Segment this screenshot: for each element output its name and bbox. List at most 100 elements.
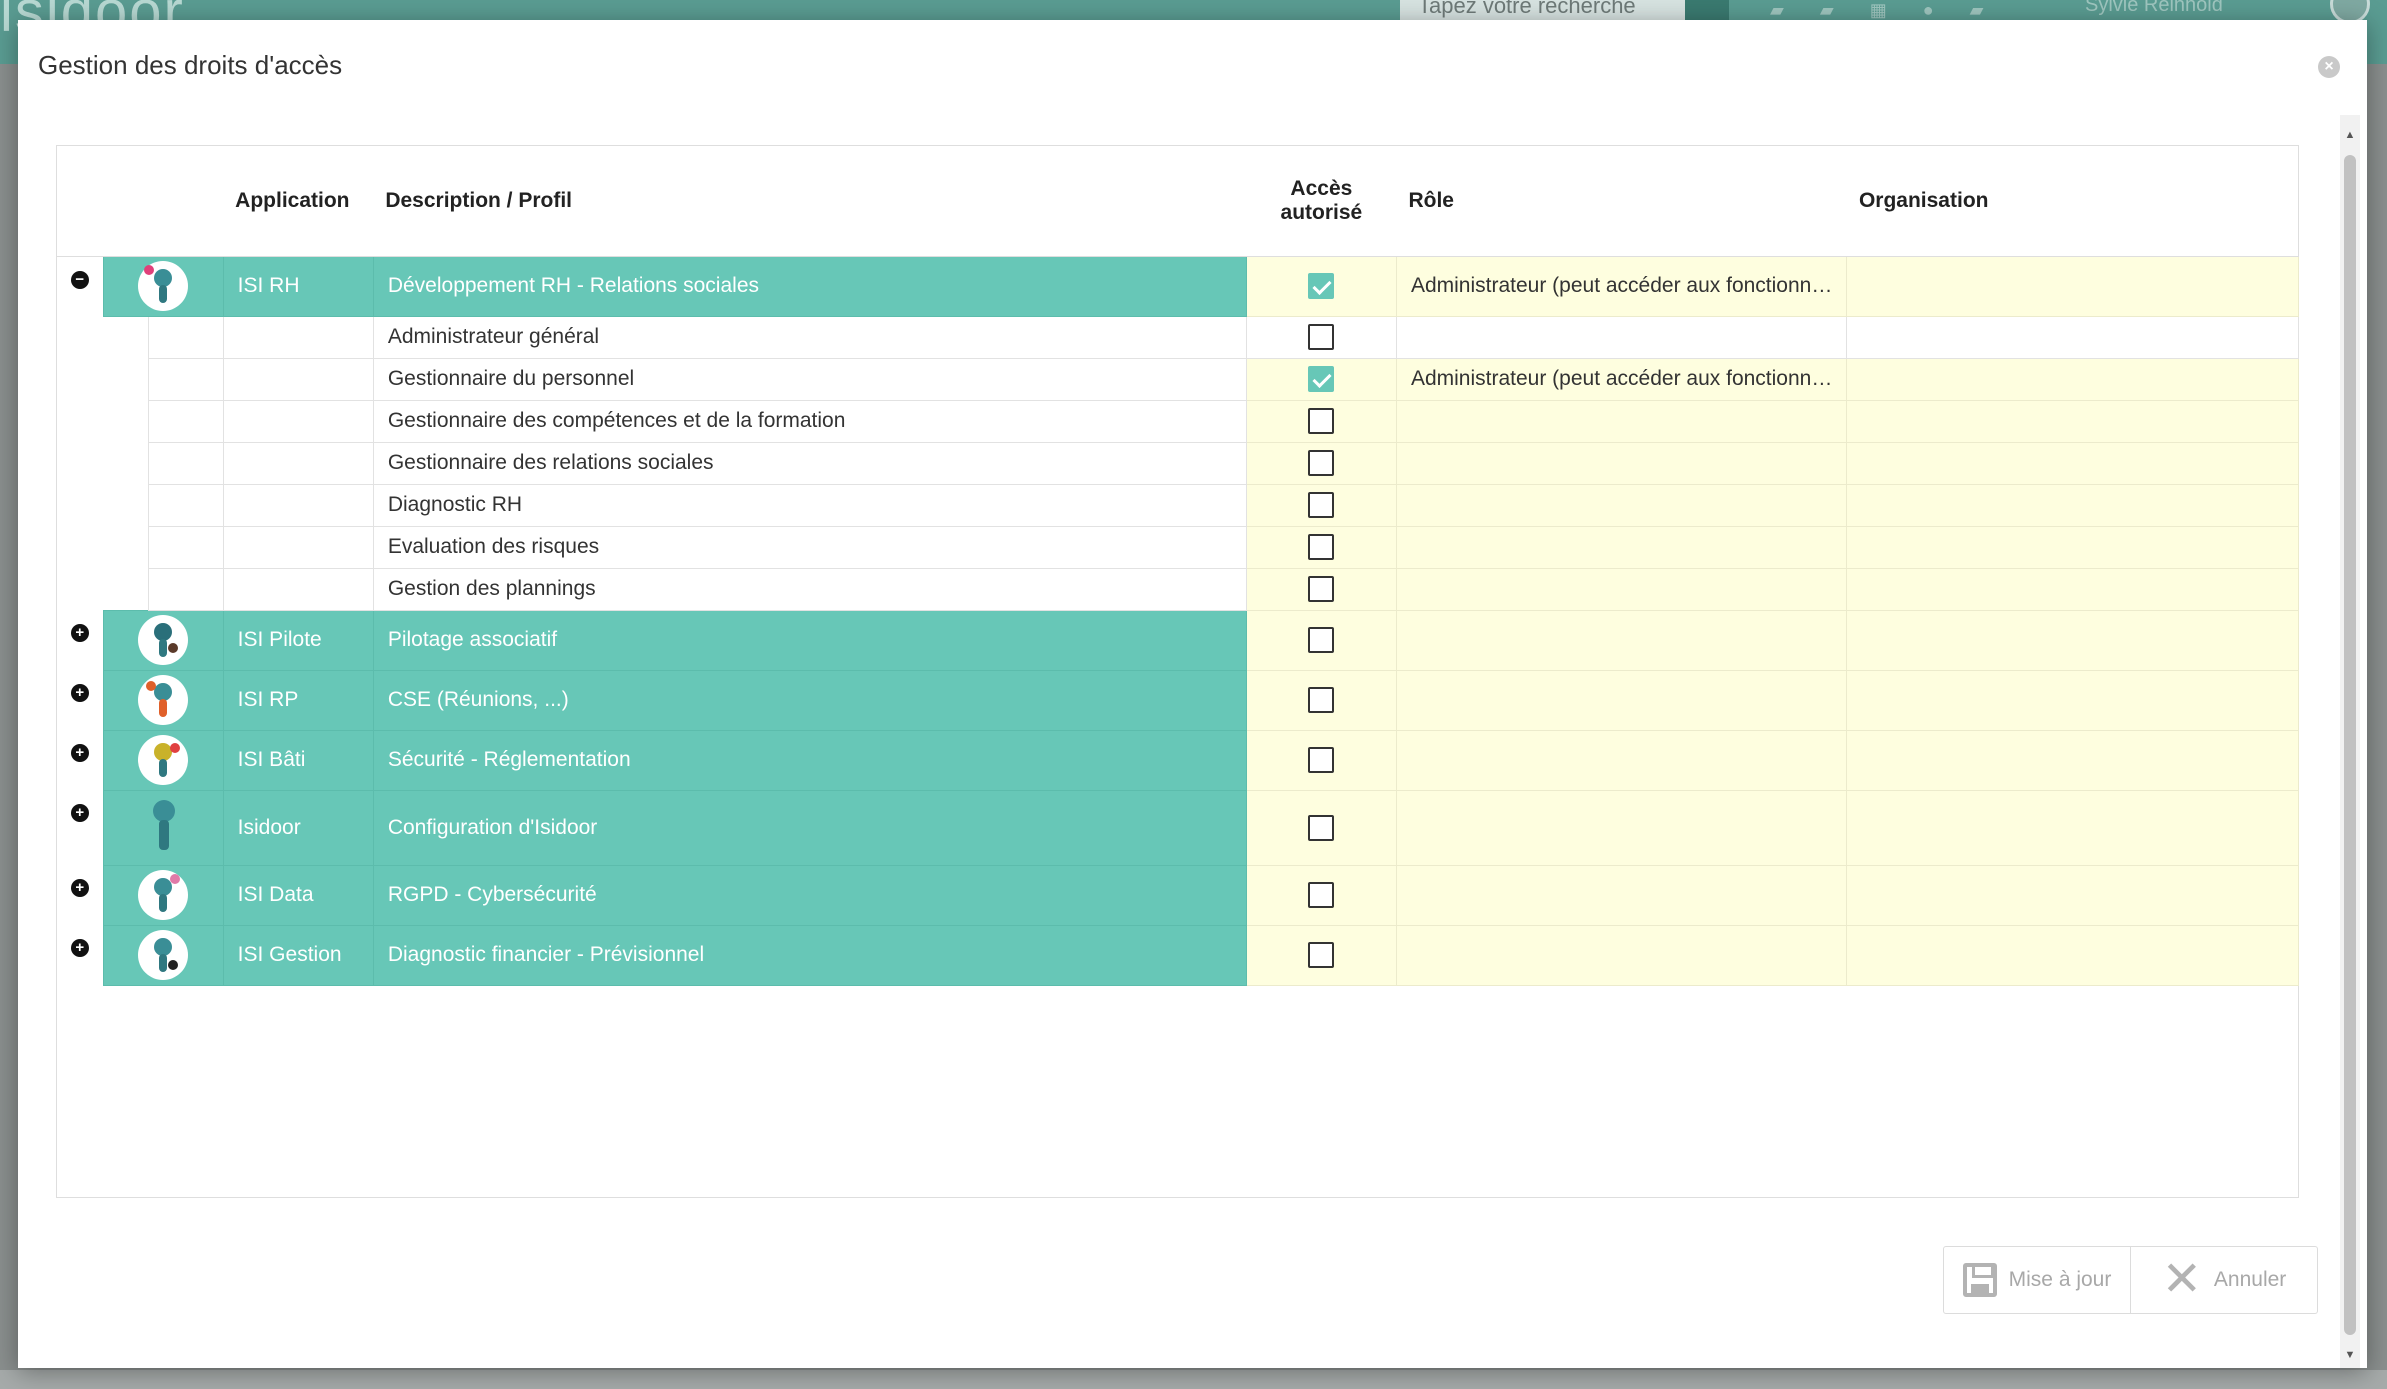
access-grid: Application Description / Profil Accès a… [56, 145, 2299, 1198]
robot-bati-icon [138, 735, 189, 785]
app-description: RGPD - Cybersécurité [372, 864, 1247, 926]
video-icon: ▰ [1969, 0, 1984, 20]
role-cell[interactable] [1395, 483, 1848, 527]
access-checkbox[interactable] [1308, 324, 1335, 350]
cancel-button[interactable]: ✕ Annuler [2130, 1247, 2317, 1313]
column-header-organisation[interactable]: Organisation [1846, 146, 2299, 257]
scroll-thumb[interactable] [2344, 155, 2356, 1335]
organisation-cell[interactable] [1846, 864, 2299, 926]
column-header-application[interactable]: Application [223, 146, 374, 257]
search-input: Tapez votre recherche [1400, 0, 1685, 20]
role-cell[interactable] [1395, 669, 1848, 731]
access-checkbox[interactable] [1308, 627, 1335, 653]
organisation-cell[interactable] [1846, 729, 2299, 791]
access-checkbox[interactable] [1308, 408, 1335, 434]
organisation-cell[interactable] [1846, 483, 2299, 527]
role-cell[interactable] [1395, 924, 1848, 986]
organisation-cell[interactable] [1846, 441, 2299, 485]
access-checkbox[interactable] [1308, 687, 1335, 713]
table-row[interactable]: + ISI Gestion Diagnostic financier - Pré… [57, 924, 2299, 986]
organisation-cell[interactable] [1846, 924, 2299, 986]
access-checkbox[interactable] [1308, 450, 1335, 476]
update-button[interactable]: Mise à jour [1944, 1247, 2130, 1313]
robot-rp-icon [138, 675, 189, 725]
header-spacer [57, 146, 224, 257]
organisation-cell[interactable] [1846, 525, 2299, 569]
table-row[interactable]: Gestionnaire des relations sociales [57, 441, 2299, 485]
table-row[interactable]: + ISI Data RGPD - Cybersécurité [57, 864, 2299, 926]
expand-icon[interactable]: + [70, 804, 89, 822]
scroll-up-icon[interactable]: ▲ [2340, 125, 2360, 145]
organisation-cell[interactable] [1846, 609, 2299, 671]
table-row[interactable]: + ISI Pilote Pilotage associatif [57, 609, 2299, 671]
help-icon: ● [1922, 0, 1934, 20]
app-name: ISI Data [222, 864, 374, 926]
organisation-cell[interactable] [1846, 357, 2299, 401]
access-checkbox[interactable] [1308, 492, 1335, 518]
column-header-role[interactable]: Rôle [1396, 146, 1847, 257]
table-row[interactable]: Administrateur général [57, 315, 2299, 610]
dialog-scrollbar[interactable]: ▲ ▼ [2340, 115, 2360, 1368]
app-name: ISI Bâti [222, 729, 374, 791]
table-row[interactable]: Evaluation des risques [57, 525, 2299, 569]
robot-isidoor-icon [135, 794, 191, 862]
app-name: ISI RP [222, 669, 374, 731]
expand-icon[interactable]: + [70, 939, 89, 957]
role-cell[interactable] [1395, 609, 1848, 671]
role-cell[interactable] [1395, 729, 1848, 791]
organisation-cell[interactable] [1846, 567, 2299, 611]
table-row[interactable]: Gestion des plannings [57, 567, 2299, 611]
access-checkbox[interactable] [1308, 273, 1335, 299]
role-cell[interactable] [1395, 789, 1848, 866]
profile-name: Gestionnaire des relations sociales [372, 441, 1247, 485]
role-cell[interactable] [1395, 441, 1848, 485]
organisation-cell[interactable] [1846, 315, 2299, 359]
app-name: ISI Gestion [222, 924, 374, 986]
robot-data-icon [138, 870, 189, 920]
role-cell[interactable] [1395, 315, 1848, 359]
organisation-cell[interactable] [1846, 669, 2299, 731]
expand-icon[interactable]: + [70, 684, 89, 702]
role-cell[interactable]: Administrateur (peut accéder aux fonctio… [1395, 357, 1848, 401]
calendar-icon: ▦ [1869, 0, 1887, 20]
expand-icon[interactable]: + [70, 879, 89, 897]
expand-icon[interactable]: + [70, 744, 89, 762]
scroll-down-icon[interactable]: ▼ [2340, 1345, 2360, 1365]
column-header-description[interactable]: Description / Profil [373, 146, 1247, 257]
collapse-icon[interactable]: − [70, 270, 89, 289]
profile-name: Gestionnaire du personnel [372, 357, 1247, 401]
organisation-cell[interactable] [1846, 255, 2299, 317]
access-checkbox[interactable] [1308, 576, 1335, 602]
expand-icon[interactable]: + [70, 624, 89, 642]
close-icon[interactable]: × [2318, 56, 2340, 78]
role-cell[interactable] [1395, 864, 1848, 926]
access-checkbox[interactable] [1308, 747, 1335, 773]
access-checkbox[interactable] [1308, 942, 1335, 968]
profile-name: Gestion des plannings [372, 567, 1247, 611]
access-checkbox[interactable] [1308, 366, 1335, 392]
access-checkbox[interactable] [1308, 882, 1335, 908]
table-row[interactable]: Diagnostic RH [57, 483, 2299, 527]
profile-name: Gestionnaire des compétences et de la fo… [372, 399, 1247, 443]
app-description: Pilotage associatif [372, 609, 1247, 671]
table-row[interactable]: Gestionnaire du personnel Administrateur… [57, 357, 2299, 401]
role-cell[interactable] [1395, 567, 1848, 611]
app-name: ISI Pilote [222, 609, 374, 671]
organisation-cell[interactable] [1846, 399, 2299, 443]
access-checkbox[interactable] [1308, 534, 1335, 560]
close-icon: ✕ [2161, 1253, 2202, 1306]
role-cell[interactable]: Administrateur (peut accéder aux fonctio… [1395, 255, 1848, 317]
table-row[interactable]: − ISI RH Développement RH - Relations so… [57, 255, 2299, 317]
access-checkbox[interactable] [1308, 814, 1335, 841]
dialog-title: Gestion des droits d'accès [38, 50, 343, 80]
role-cell[interactable] [1395, 399, 1848, 443]
table-row[interactable]: + Isidoor Configuration d'Isidoor [57, 789, 2299, 866]
column-header-access[interactable]: Accès autorisé [1246, 146, 1397, 257]
table-row[interactable]: + ISI Bâti Sécurité - Réglementation [57, 729, 2299, 791]
table-row[interactable]: + ISI RP CSE (Réunions, ...) [57, 669, 2299, 731]
user-name: Sylvie Reinhold [2085, 0, 2223, 16]
organisation-cell[interactable] [1846, 789, 2299, 866]
role-cell[interactable] [1395, 525, 1848, 569]
profile-name: Diagnostic RH [372, 483, 1247, 527]
table-row[interactable]: Gestionnaire des compétences et de la fo… [57, 399, 2299, 443]
